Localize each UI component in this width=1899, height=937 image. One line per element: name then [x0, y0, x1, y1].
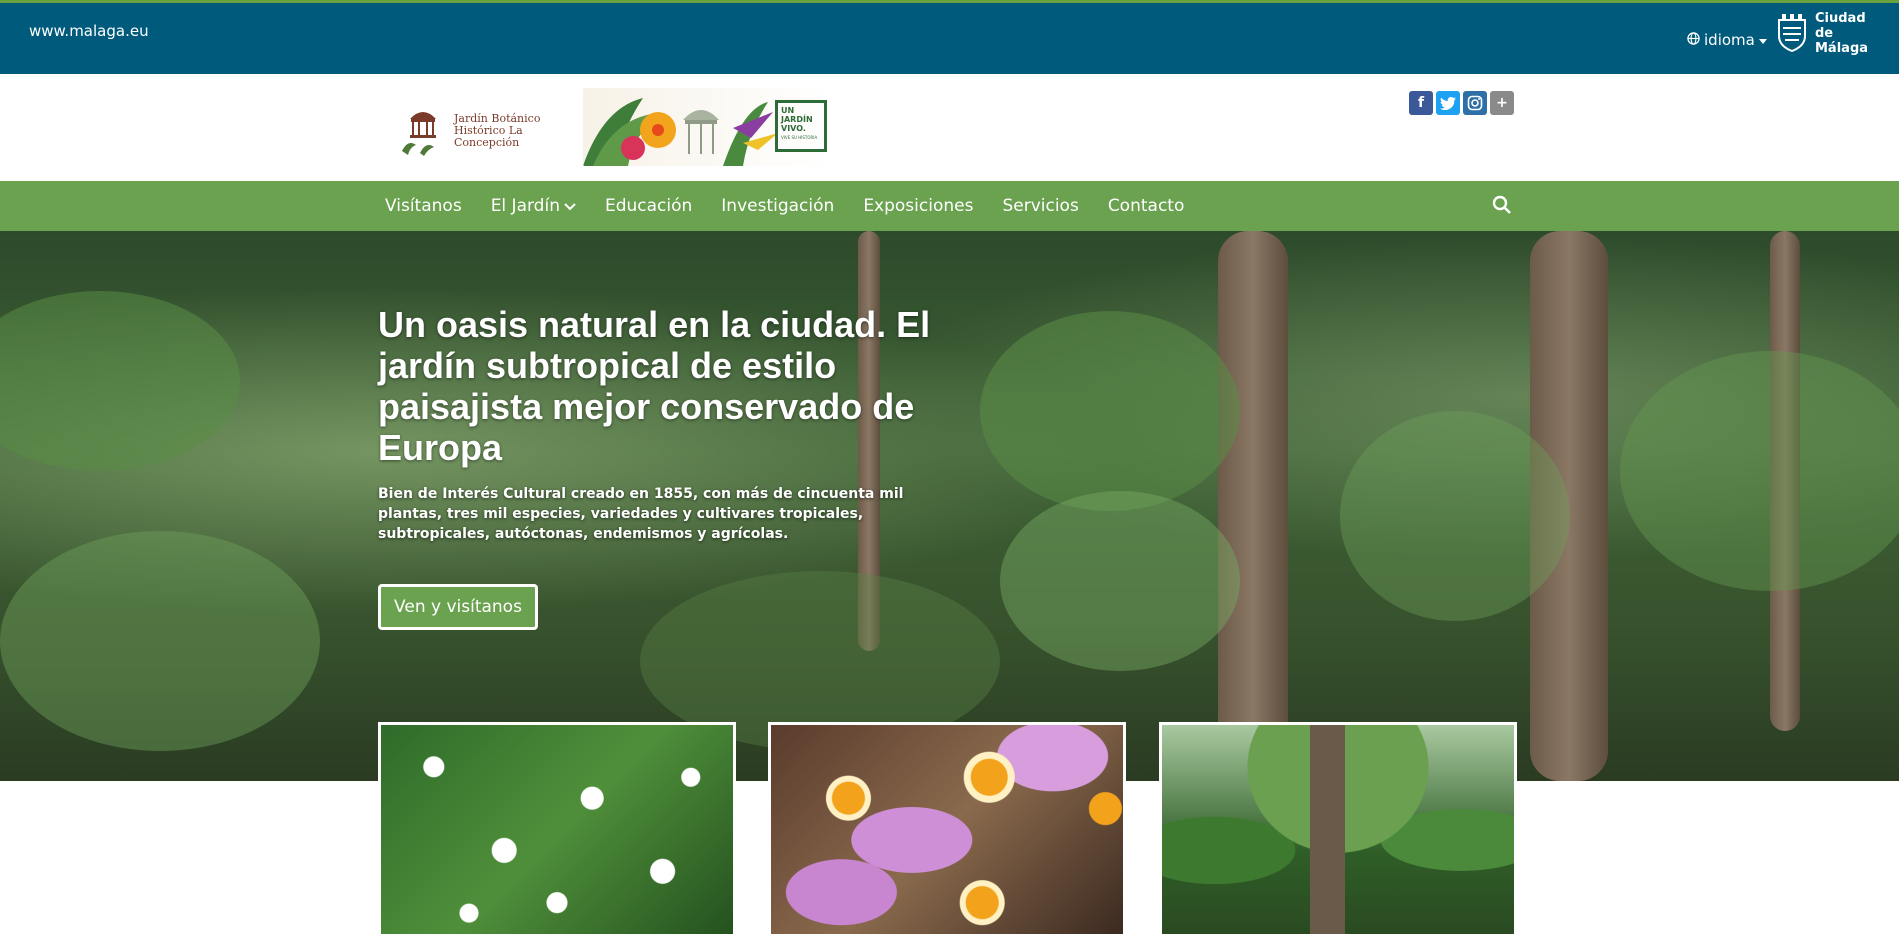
banner-slogan: UN JARDÍN VIVO. VIVE SU HISTORIA — [775, 100, 827, 152]
language-selector[interactable]: idioma — [1687, 31, 1767, 49]
vivo-banner[interactable]: UN JARDÍN VIVO. VIVE SU HISTORIA — [583, 88, 833, 166]
twitter-icon[interactable] — [1436, 91, 1460, 115]
banner-slogan-small: VIVE SU HISTORIA — [781, 135, 818, 140]
nav-label: Exposiciones — [863, 196, 974, 216]
nav-item-servicios[interactable]: Servicios — [1002, 196, 1078, 216]
main-nav: Visítanos El Jardín Educación Investigac… — [0, 181, 1899, 231]
garden-logo[interactable]: Jardín Botánico Histórico La Concepción — [400, 101, 564, 161]
city-label: Ciudad de Málaga — [1815, 11, 1869, 56]
banner-slogan-text: UN JARDÍN VIVO. — [781, 106, 813, 133]
orchid-image — [771, 725, 1123, 934]
search-icon[interactable] — [1492, 195, 1512, 219]
instagram-icon[interactable] — [1463, 91, 1487, 115]
nav-label: Contacto — [1107, 196, 1185, 216]
social-links: f + — [1409, 91, 1514, 115]
nav-label: Servicios — [1002, 196, 1079, 216]
nav-item-visitanos[interactable]: Visítanos — [385, 196, 462, 216]
plus-icon[interactable]: + — [1490, 91, 1514, 115]
language-label: idioma — [1704, 31, 1755, 49]
hero-subtitle: Bien de Interés Cultural creado en 1855,… — [378, 486, 904, 542]
top-bar: www.malaga.eu idioma Ciudad de Málaga — [0, 0, 1899, 74]
card-ficus-tree[interactable] — [1159, 722, 1517, 937]
garden-logo-text: Jardín Botánico Histórico La Concepción — [454, 112, 541, 149]
visit-button[interactable]: Ven y visítanos — [378, 584, 538, 630]
nav-label: Visítanos — [385, 196, 462, 216]
nav-item-contacto[interactable]: Contacto — [1108, 196, 1185, 216]
gazebo-logo-icon — [400, 101, 446, 161]
globe-icon — [1687, 31, 1700, 49]
site-header — [0, 74, 1899, 181]
tree-image — [1162, 725, 1514, 934]
city-crest-icon — [1777, 12, 1807, 56]
chevron-down-icon — [564, 196, 576, 216]
nav-label: El Jardín — [490, 196, 560, 216]
nav-item-el-jardin[interactable]: El Jardín — [491, 196, 576, 216]
facebook-icon[interactable]: f — [1409, 91, 1433, 115]
nav-label: Investigación — [721, 196, 835, 216]
nav-label: Educación — [604, 196, 693, 216]
hero-title: Un oasis natural en la ciudad. El jardín… — [378, 304, 931, 468]
nav-item-educacion[interactable]: Educación — [605, 196, 692, 216]
nav-item-investigacion[interactable]: Investigación — [721, 196, 834, 216]
city-logo-link[interactable]: Ciudad de Málaga — [1777, 11, 1885, 56]
malaga-site-link[interactable]: www.malaga.eu — [29, 22, 149, 40]
card-orchids[interactable] — [768, 722, 1126, 937]
caret-down-icon — [1758, 31, 1767, 49]
nav-item-exposiciones[interactable]: Exposiciones — [863, 196, 973, 216]
card-jasmine-flowers[interactable] — [378, 722, 736, 937]
jasmine-image — [381, 725, 733, 934]
